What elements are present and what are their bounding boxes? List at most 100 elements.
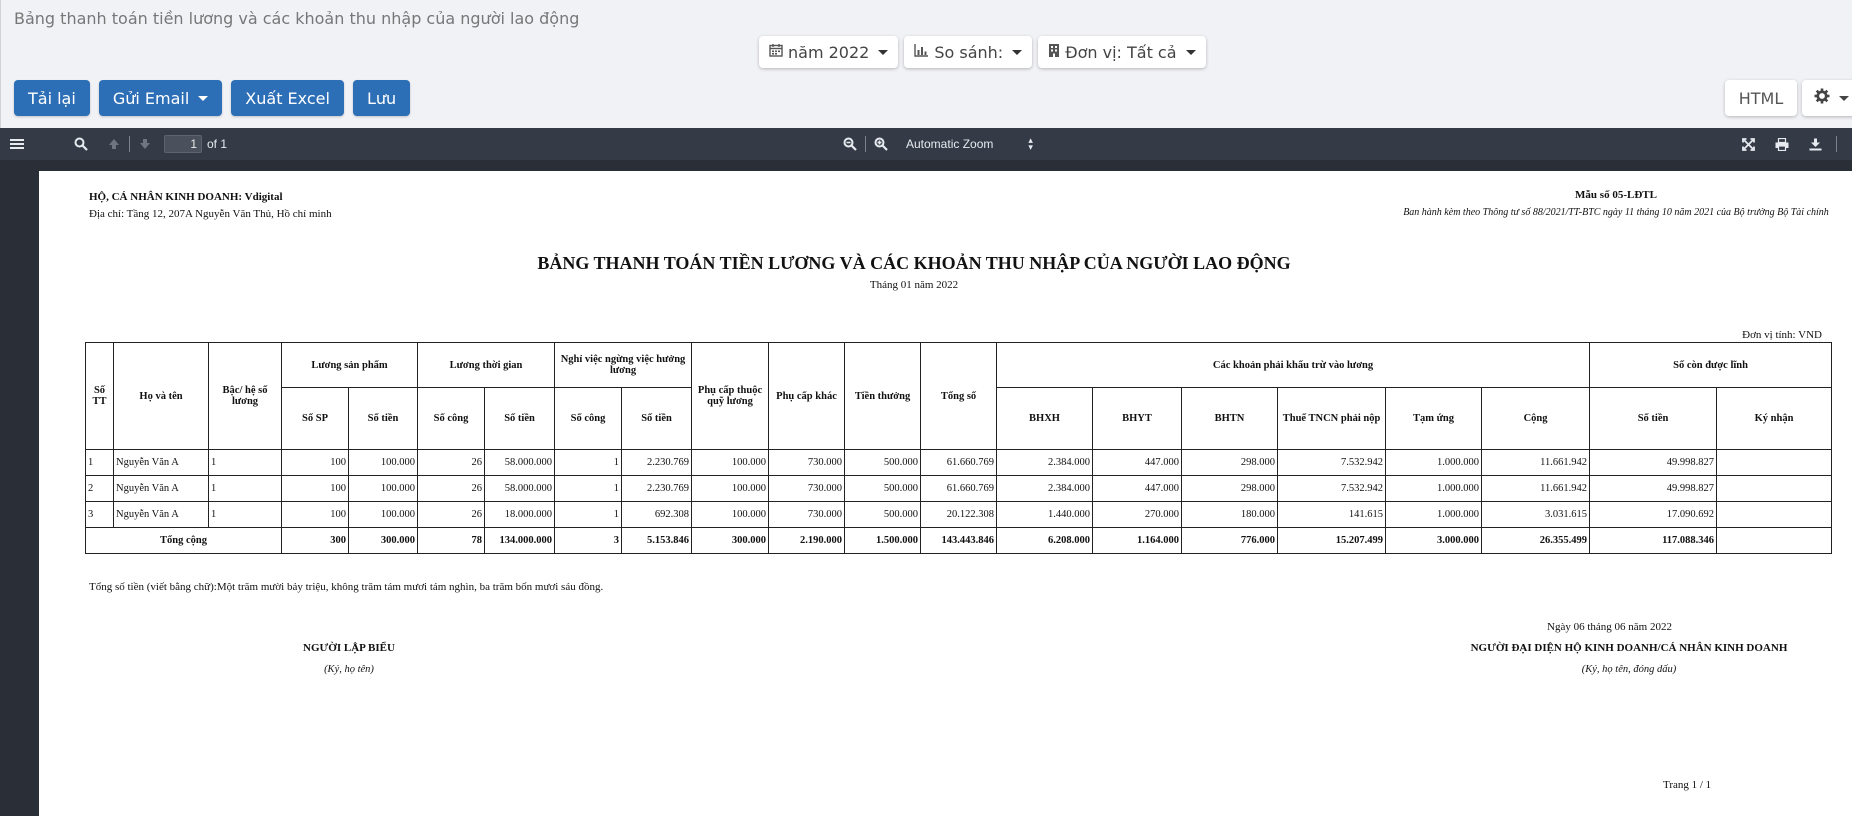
payroll-table: Số TT Họ và tên Bậc/ hệ số lương Lương s… xyxy=(85,342,1833,554)
html-button[interactable]: HTML xyxy=(1725,80,1797,116)
cell-tncn: 7.532.942 xyxy=(1277,475,1387,502)
total-tg-cong: 78 xyxy=(417,527,485,554)
cell-other-allowance: 730.000 xyxy=(768,501,846,528)
cell-advance: 1.000.000 xyxy=(1385,475,1483,502)
year-filter-dropdown[interactable]: năm 2022 xyxy=(759,36,899,68)
cell-name: Nguyễn Văn A xyxy=(113,475,209,502)
cell-bhtn: 180.000 xyxy=(1181,501,1279,528)
cell-remaining: 49.998.827 xyxy=(1589,449,1718,476)
col-so-cong: Số công xyxy=(417,387,485,450)
cell-other-allowance: 730.000 xyxy=(768,449,846,476)
cell-bhtn: 298.000 xyxy=(1181,449,1279,476)
send-email-button[interactable]: Gửi Email xyxy=(98,80,223,116)
cell-tg-cong: 26 xyxy=(417,475,485,502)
form-note: Ban hành kèm theo Thông tư số 88/2021/TT… xyxy=(1403,207,1829,218)
zoom-out-icon[interactable] xyxy=(843,128,857,160)
amount-in-words: Tổng số tiền (viết bằng chữ):Một trăm mư… xyxy=(89,581,604,593)
total-total: 143.443.846 xyxy=(920,527,998,554)
page-title: Bảng thanh toán tiền lương và các khoản … xyxy=(14,9,580,28)
form-info: Mẫu số 05-LĐTL Ban hành kèm theo Thông t… xyxy=(1386,189,1846,219)
fullscreen-icon[interactable] xyxy=(1742,128,1755,160)
col-so-tien: Số tiền xyxy=(483,387,556,450)
total-sign xyxy=(1716,527,1833,554)
col-deductions: Các khoản phải khấu trừ vào lương xyxy=(996,342,1591,388)
col-so-tien: Số tiền xyxy=(348,387,418,450)
col-dep-allowance: Phụ cấp thuộc quỹ lương xyxy=(691,342,770,450)
cell-dep-allowance: 100.000 xyxy=(691,475,770,502)
cell-nv-amount: 2.230.769 xyxy=(621,449,693,476)
table-header-row: Số TT Họ và tên Bậc/ hệ số lương Lương s… xyxy=(85,342,1833,450)
cell-bonus: 500.000 xyxy=(844,475,922,502)
company-address: Địa chỉ: Tầng 12, 207A Nguyễn Văn Thủ, H… xyxy=(89,208,332,220)
col-time-wage: Lương thời gian xyxy=(416,342,556,388)
document-subtitle: Tháng 01 năm 2022 xyxy=(869,279,959,291)
cell-total: 20.122.308 xyxy=(920,501,998,528)
cell-grade: 1 xyxy=(208,501,282,528)
total-bonus: 1.500.000 xyxy=(844,527,922,554)
next-page-icon[interactable] xyxy=(139,128,151,160)
cell-tg-amount: 18.000.000 xyxy=(483,501,556,528)
col-tncn: Thuế TNCN phải nộp xyxy=(1277,387,1387,450)
download-icon[interactable] xyxy=(1809,128,1822,160)
currency-unit: Đơn vị tính: VND xyxy=(1742,329,1822,341)
col-grade: Bậc/ hệ số lương xyxy=(208,342,282,450)
total-label: Tổng cộng xyxy=(85,527,282,554)
table-row: 1 Nguyễn Văn A 1 100 100.000 26 58.000.0… xyxy=(85,449,1833,476)
cell-stt: 3 xyxy=(85,501,114,528)
bar-chart-icon xyxy=(914,43,929,61)
zoom-select[interactable]: Automatic Zoom ▴ ▾ xyxy=(906,128,1033,160)
cell-dep-allowance: 100.000 xyxy=(691,501,770,528)
cell-sp: 100 xyxy=(281,475,349,502)
chevron-down-icon xyxy=(198,95,209,101)
company-info: HỘ, CÁ NHÂN KINH DOANH: Vdigital Địa chỉ… xyxy=(89,189,332,223)
save-button[interactable]: Lưu xyxy=(352,80,411,116)
table-row: 3 Nguyễn Văn A 1 100 100.000 26 18.000.0… xyxy=(85,501,1833,528)
search-icon[interactable] xyxy=(74,128,88,160)
cell-nv-cong: 1 xyxy=(554,449,623,476)
cell-other-allowance: 730.000 xyxy=(768,475,846,502)
settings-dropdown-button[interactable] xyxy=(1802,80,1852,116)
col-advance: Tạm ứng xyxy=(1385,387,1483,450)
previous-page-icon[interactable] xyxy=(108,128,120,160)
document-title: BẢNG THANH TOÁN TIỀN LƯƠNG VÀ CÁC KHOẢN … xyxy=(537,253,1291,273)
cell-bonus: 500.000 xyxy=(844,449,922,476)
unit-filter-dropdown[interactable]: Đơn vị: Tất cả xyxy=(1038,36,1206,68)
col-other-allowance: Phụ cấp khác xyxy=(768,342,846,450)
building-icon xyxy=(1048,43,1060,61)
col-so-tien: Số tiền xyxy=(1589,387,1718,450)
total-sum: 26.355.499 xyxy=(1481,527,1591,554)
cell-name: Nguyễn Văn A xyxy=(113,449,209,476)
cell-tg-amount: 58.000.000 xyxy=(483,475,556,502)
chevron-down-icon xyxy=(1185,49,1196,55)
reload-button[interactable]: Tải lại xyxy=(14,80,90,116)
send-email-label: Gửi Email xyxy=(112,88,190,108)
select-arrows-icon: ▴ ▾ xyxy=(1028,135,1033,152)
cell-remaining: 49.998.827 xyxy=(1589,475,1718,502)
toolbar-separator xyxy=(1836,128,1837,160)
representative-note: (Ký, họ tên, đóng dấu) xyxy=(1581,664,1677,675)
cell-sign xyxy=(1716,501,1833,528)
cell-nv-cong: 1 xyxy=(554,475,623,502)
cell-sp-amount: 100.000 xyxy=(348,475,418,502)
preparer-signature-block: NGƯỜI LẬP BIỂU (Ký, họ tên) xyxy=(279,642,419,675)
export-excel-button[interactable]: Xuất Excel xyxy=(231,80,344,116)
print-icon[interactable] xyxy=(1775,128,1789,160)
col-bhtn: BHTN xyxy=(1181,387,1279,450)
sidebar-toggle-icon[interactable] xyxy=(10,128,24,160)
total-nv-amount: 5.153.846 xyxy=(621,527,693,554)
total-sp-amount: 300.000 xyxy=(348,527,418,554)
page-number-label: Trang 1 / 1 xyxy=(1663,779,1712,791)
cell-sum: 3.031.615 xyxy=(1481,501,1591,528)
page-nav: 1 of 1 xyxy=(164,128,227,160)
cell-stt: 1 xyxy=(85,449,114,476)
col-remaining: Số còn được lĩnh xyxy=(1589,342,1833,388)
table-total-row: Tổng cộng 300 300.000 78 134.000.000 3 5… xyxy=(85,527,1833,554)
cell-tncn: 7.532.942 xyxy=(1277,449,1387,476)
zoom-in-icon[interactable] xyxy=(874,128,888,160)
cell-sp: 100 xyxy=(281,449,349,476)
cell-bhyt: 447.000 xyxy=(1092,475,1183,502)
compare-filter-dropdown[interactable]: So sánh: xyxy=(904,36,1033,68)
total-remaining: 117.088.346 xyxy=(1589,527,1718,554)
cell-tg-cong: 26 xyxy=(417,501,485,528)
page-number-input[interactable]: 1 xyxy=(164,135,202,153)
